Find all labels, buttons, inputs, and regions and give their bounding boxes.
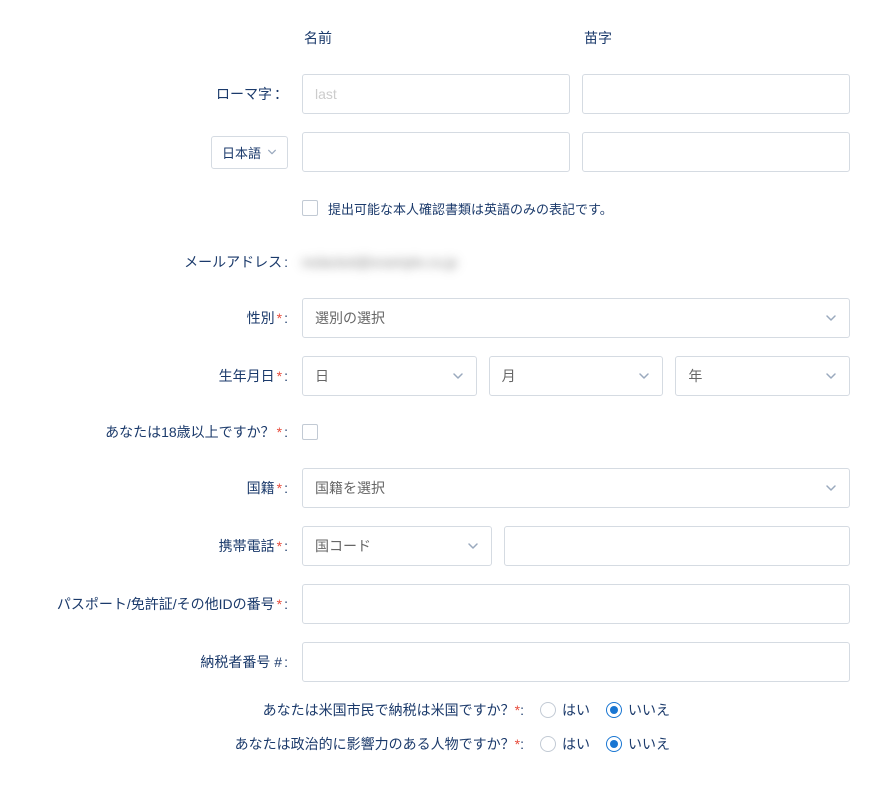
- tax-id-label: 納税者番号 #:: [20, 652, 302, 672]
- last-name-header: 苗字: [582, 28, 850, 48]
- radio-checked-icon: [606, 702, 622, 718]
- pep-yes-radio[interactable]: はい: [540, 734, 590, 754]
- dob-day-select[interactable]: 日: [302, 356, 477, 396]
- name-header-row: 名前 苗字: [20, 20, 850, 56]
- dob-year-placeholder: 年: [688, 366, 817, 386]
- dob-day-placeholder: 日: [315, 366, 444, 386]
- over18-row: あなたは18歳以上ですか？*:: [20, 414, 850, 450]
- english-only-label: 提出可能な本人確認書類は英語のみの表記です。: [328, 199, 613, 218]
- id-number-label: パスポート/免許証/その他IDの番号*:: [20, 594, 302, 614]
- pep-no-radio[interactable]: いいえ: [606, 734, 670, 754]
- us-citizen-no-radio[interactable]: いいえ: [606, 700, 670, 720]
- tax-id-row: 納税者番号 #:: [20, 642, 850, 682]
- chevron-down-icon: [825, 482, 837, 494]
- chevron-down-icon: [825, 370, 837, 382]
- chevron-down-icon: [452, 370, 464, 382]
- country-code-placeholder: 国コード: [315, 536, 459, 556]
- nationality-label: 国籍*:: [20, 478, 302, 498]
- chevron-down-icon: [825, 312, 837, 324]
- chevron-down-icon: [638, 370, 650, 382]
- over18-checkbox[interactable]: [302, 424, 318, 440]
- radio-yes-label: はい: [562, 700, 590, 720]
- personal-info-form: 名前 苗字 ローマ字： 日本語: [20, 20, 850, 754]
- radio-unchecked-icon: [540, 702, 556, 718]
- english-only-row: 提出可能な本人確認書類は英語のみの表記です。: [20, 190, 850, 226]
- language-select[interactable]: 日本語: [211, 136, 288, 169]
- gender-row: 性別*: 選別の選択: [20, 298, 850, 338]
- us-citizen-yes-radio[interactable]: はい: [540, 700, 590, 720]
- chevron-down-icon: [467, 540, 479, 552]
- radio-no-label: いいえ: [628, 734, 670, 754]
- gender-select-placeholder: 選別の選択: [315, 308, 817, 328]
- gender-label: 性別*:: [20, 308, 302, 328]
- over18-label: あなたは18歳以上ですか？*:: [20, 422, 302, 442]
- gender-select[interactable]: 選別の選択: [302, 298, 850, 338]
- pep-row: あなたは政治的に影響力のある人物ですか？*: はい いいえ: [20, 734, 850, 754]
- mobile-label: 携帯電話*:: [20, 536, 302, 556]
- id-number-input[interactable]: [302, 584, 850, 624]
- romaji-label: ローマ字：: [20, 84, 302, 104]
- romaji-first-name-input[interactable]: [302, 74, 570, 114]
- chevron-down-icon: [267, 147, 277, 157]
- first-name-header: 名前: [302, 28, 570, 48]
- japanese-last-name-input[interactable]: [582, 132, 850, 172]
- mobile-number-input[interactable]: [504, 526, 850, 566]
- country-code-select[interactable]: 国コード: [302, 526, 492, 566]
- romaji-last-name-input[interactable]: [582, 74, 850, 114]
- nationality-select-placeholder: 国籍を選択: [315, 478, 817, 498]
- tax-id-input[interactable]: [302, 642, 850, 682]
- email-value: redacted@example.co.jp: [302, 254, 457, 270]
- nationality-select[interactable]: 国籍を選択: [302, 468, 850, 508]
- dob-label: 生年月日*:: [20, 366, 302, 386]
- us-citizen-label: あなたは米国市民で納税は米国ですか？*:: [20, 700, 540, 720]
- email-row: メールアドレス: redacted@example.co.jp: [20, 244, 850, 280]
- radio-no-label: いいえ: [628, 700, 670, 720]
- radio-checked-icon: [606, 736, 622, 752]
- dob-month-select[interactable]: 月: [489, 356, 664, 396]
- us-citizen-row: あなたは米国市民で納税は米国ですか？*: はい いいえ: [20, 700, 850, 720]
- japanese-first-name-input[interactable]: [302, 132, 570, 172]
- email-label: メールアドレス:: [20, 252, 302, 272]
- language-select-label: 日本語: [222, 143, 261, 162]
- radio-unchecked-icon: [540, 736, 556, 752]
- dob-month-placeholder: 月: [502, 366, 631, 386]
- radio-yes-label: はい: [562, 734, 590, 754]
- japanese-name-row: 日本語: [20, 132, 850, 172]
- pep-label: あなたは政治的に影響力のある人物ですか？*:: [20, 734, 540, 754]
- nationality-row: 国籍*: 国籍を選択: [20, 468, 850, 508]
- english-only-checkbox[interactable]: [302, 200, 318, 216]
- id-number-row: パスポート/免許証/その他IDの番号*:: [20, 584, 850, 624]
- dob-year-select[interactable]: 年: [675, 356, 850, 396]
- romaji-row: ローマ字：: [20, 74, 850, 114]
- mobile-row: 携帯電話*: 国コード: [20, 526, 850, 566]
- dob-row: 生年月日*: 日 月 年: [20, 356, 850, 396]
